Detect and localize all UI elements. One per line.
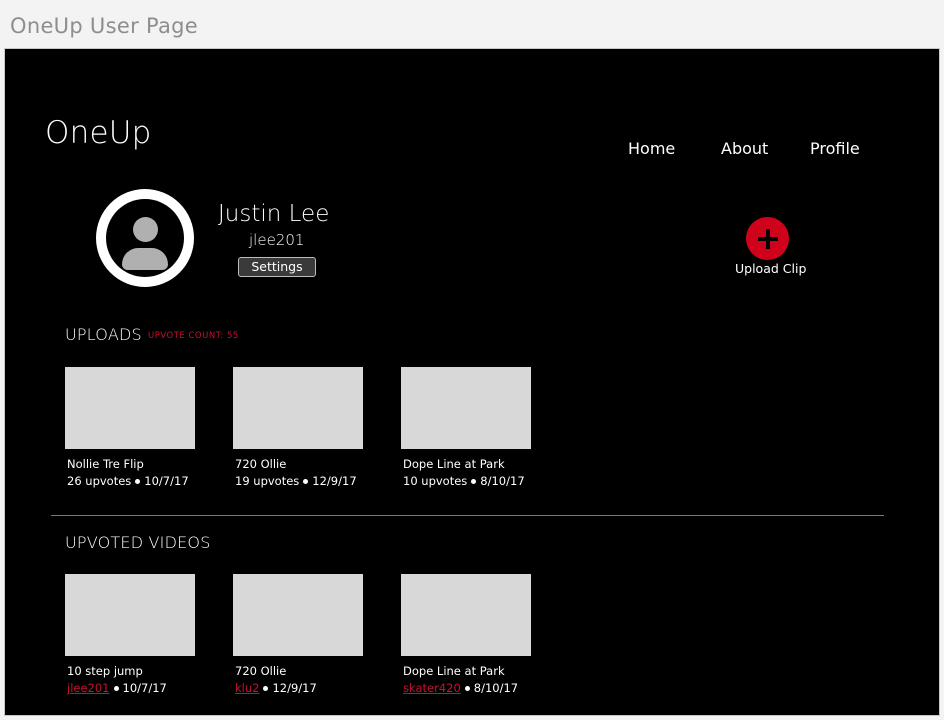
upvoted-card[interactable]: Dope Line at Park skater420 8/10/17 <box>401 574 541 695</box>
plus-icon <box>757 228 778 249</box>
uploader-link[interactable]: skater420 <box>403 681 461 695</box>
upvote-count: UPVOTE COUNT: 55 <box>148 331 239 341</box>
video-meta: 19 upvotes 12/9/17 <box>235 474 373 488</box>
video-thumbnail[interactable] <box>233 574 363 656</box>
video-title[interactable]: Dope Line at Park <box>403 664 541 678</box>
video-title[interactable]: Dope Line at Park <box>403 457 541 471</box>
avatar-head <box>133 217 158 242</box>
user-avatar-icon <box>106 199 184 277</box>
bullet-icon <box>135 479 141 484</box>
upvoted-card[interactable]: 720 Ollie klu2 12/9/17 <box>233 574 373 695</box>
bullet-icon <box>303 479 309 484</box>
section-divider <box>51 515 884 516</box>
uploader-link[interactable]: klu2 <box>235 681 259 695</box>
bullet-icon <box>464 686 470 691</box>
video-upvotes: 10 upvotes <box>403 474 468 488</box>
upload-card[interactable]: Nollie Tre Flip 26 upvotes 10/7/17 <box>65 367 205 488</box>
video-title[interactable]: 10 step jump <box>67 664 205 678</box>
video-thumbnail[interactable] <box>401 367 531 449</box>
video-title[interactable]: 720 Ollie <box>235 664 373 678</box>
video-date: 8/10/17 <box>473 681 519 695</box>
video-title[interactable]: 720 Ollie <box>235 457 373 471</box>
upvoted-videos-title: UPVOTED VIDEOS <box>65 533 211 552</box>
video-title[interactable]: Nollie Tre Flip <box>67 457 205 471</box>
nav-home[interactable]: Home <box>628 139 675 158</box>
video-meta: skater420 8/10/17 <box>403 681 541 695</box>
nav-about[interactable]: About <box>721 139 768 158</box>
settings-button[interactable]: Settings <box>238 257 316 277</box>
page-canvas: OneUp Home About Profile Justin Lee jlee… <box>4 48 940 716</box>
upvoted-card[interactable]: 10 step jump jlee201 10/7/17 <box>65 574 205 695</box>
upload-card[interactable]: 720 Ollie 19 upvotes 12/9/17 <box>233 367 373 488</box>
video-thumbnail[interactable] <box>65 574 195 656</box>
video-upvotes: 19 upvotes <box>235 474 300 488</box>
window-title: OneUp User Page <box>10 14 199 38</box>
video-thumbnail[interactable] <box>233 367 363 449</box>
video-meta: 10 upvotes 8/10/17 <box>403 474 541 488</box>
profile-name: Justin Lee <box>218 201 330 227</box>
video-thumbnail[interactable] <box>65 367 195 449</box>
video-meta: klu2 12/9/17 <box>235 681 373 695</box>
upload-clip-button[interactable] <box>746 217 789 260</box>
uploader-link[interactable]: jlee201 <box>67 681 110 695</box>
video-thumbnail[interactable] <box>401 574 531 656</box>
video-date: 10/7/17 <box>122 681 167 695</box>
bullet-icon <box>263 686 269 691</box>
uploads-title: UPLOADS <box>65 325 142 344</box>
logo[interactable]: OneUp <box>45 115 152 151</box>
video-meta: 26 upvotes 10/7/17 <box>67 474 205 488</box>
video-date: 12/9/17 <box>312 474 357 488</box>
video-upvotes: 26 upvotes <box>67 474 132 488</box>
video-date: 12/9/17 <box>272 681 317 695</box>
bullet-icon <box>113 686 119 691</box>
nav-profile[interactable]: Profile <box>810 139 860 158</box>
upload-card[interactable]: Dope Line at Park 10 upvotes 8/10/17 <box>401 367 541 488</box>
avatar <box>96 189 194 287</box>
upload-clip-label[interactable]: Upload Clip <box>735 261 806 276</box>
video-meta: jlee201 10/7/17 <box>67 681 205 695</box>
video-date: 10/7/17 <box>144 474 189 488</box>
video-date: 8/10/17 <box>480 474 525 488</box>
avatar-body <box>122 248 168 270</box>
bullet-icon <box>471 479 477 484</box>
profile-username: jlee201 <box>249 231 305 249</box>
